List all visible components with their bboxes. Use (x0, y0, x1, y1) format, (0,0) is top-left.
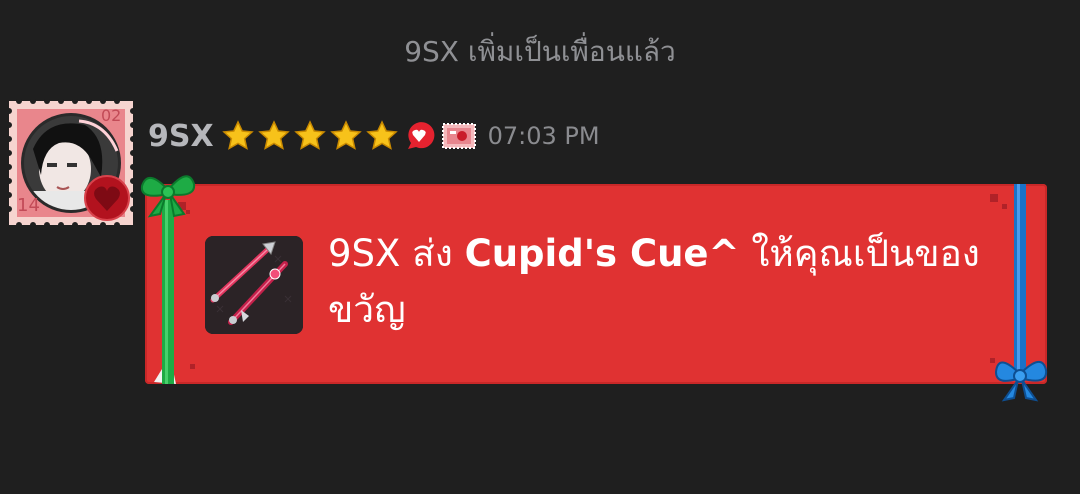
avatar[interactable]: 02 14 (6, 98, 136, 228)
avatar-stamp: 02 14 (6, 98, 136, 228)
star-icon (365, 120, 398, 150)
gift-item-name[interactable]: Cupid's Cue^ (465, 232, 740, 275)
star-icon (293, 120, 326, 150)
gift-item-thumbnail[interactable] (205, 236, 303, 334)
stamp-badge-icon (441, 123, 476, 149)
heart-badge-icon (407, 122, 434, 149)
stamp-number-top: 02 (101, 106, 121, 125)
cue-stick-icon (205, 236, 303, 334)
message-timestamp: 07:03 PM (487, 122, 600, 150)
gift-sender-name: 9SX (328, 232, 401, 275)
system-message: 9SX เพิ่มเป็นเพื่อนแล้ว (404, 35, 676, 68)
star-icon (221, 120, 254, 150)
stamp-number-bottom: 14 (17, 195, 40, 216)
star-icon (257, 120, 290, 150)
star-icon (329, 120, 362, 150)
gift-verb: ส่ง (412, 232, 453, 275)
gift-message-text: 9SX ส่ง Cupid's Cue^ ให้คุณเป็นของขวัญ (328, 226, 988, 338)
sender-row: 9SX 07:03 PM (148, 114, 600, 158)
sender-name[interactable]: 9SX (148, 119, 214, 154)
